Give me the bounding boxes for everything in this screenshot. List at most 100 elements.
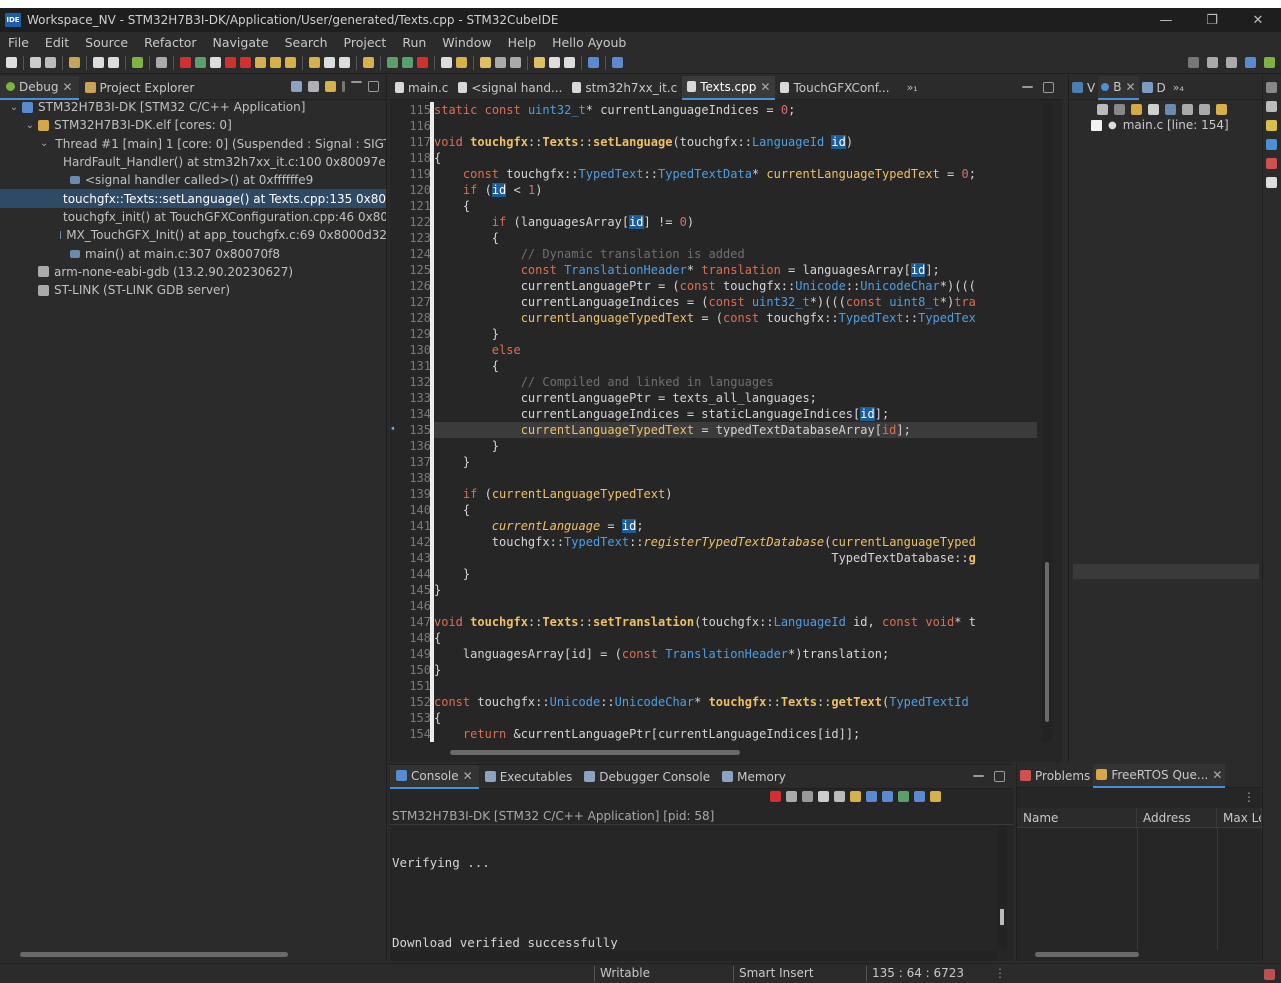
save-all-icon[interactable] [45, 57, 56, 68]
console-scroll-thumb[interactable] [1000, 909, 1004, 925]
cubemx-icon[interactable] [588, 57, 599, 68]
editor-tab-2[interactable]: stm32h7xx_it.c [567, 76, 682, 100]
rtos-tab-1[interactable]: FreeRTOS Que... ✕ [1093, 763, 1226, 788]
restart-icon[interactable] [339, 57, 350, 68]
editor-tab-3[interactable]: Texts.cpp ✕ [682, 76, 776, 100]
horizontal-scrollbar[interactable] [450, 750, 740, 755]
overview-ruler[interactable] [1042, 102, 1052, 742]
clear-console-icon[interactable] [818, 791, 829, 802]
open-console-icon[interactable] [930, 791, 941, 802]
debug-tree-item[interactable]: <signal handler called>() at 0xffffffe9 [0, 171, 386, 189]
console-tab-1[interactable]: Executables [479, 765, 579, 789]
queue-table-scrollbar[interactable] [1035, 952, 1139, 957]
column-header[interactable]: Name [1017, 808, 1137, 827]
console-horizontal-scrollbar[interactable] [390, 951, 997, 961]
redo-icon[interactable] [108, 57, 119, 68]
go-to-file-icon[interactable] [1148, 104, 1159, 115]
expand-all-icon[interactable] [1182, 104, 1193, 115]
link-with-debug-icon[interactable] [1216, 104, 1227, 115]
debug-tree-item[interactable]: ⌄ Thread #1 [main] 1 [core: 0] (Suspended… [0, 135, 386, 153]
debug-tree-item[interactable]: touchgfx_init() at TouchGFXConfiguration… [0, 208, 386, 226]
maximize-view-icon[interactable] [1043, 82, 1054, 93]
display-console-icon[interactable] [914, 791, 925, 802]
reset-icon[interactable] [324, 57, 335, 68]
maximize-view-icon[interactable] [994, 771, 1005, 782]
view-menu-icon[interactable]: ⋮ [1243, 790, 1255, 804]
build-analyzer-icon[interactable] [1266, 120, 1277, 131]
rtos-tab-0[interactable]: Problems [1017, 764, 1093, 788]
close-button[interactable]: ✕ [1235, 8, 1281, 32]
close-icon[interactable]: ✕ [463, 769, 473, 783]
column-header[interactable]: Address [1137, 808, 1217, 827]
step-over-icon[interactable] [270, 57, 281, 68]
word-wrap-icon[interactable] [850, 791, 861, 802]
column-header[interactable]: Max Len [1217, 808, 1262, 827]
minimize-button[interactable]: — [1143, 8, 1189, 32]
collapse-all-icon[interactable] [1199, 104, 1210, 115]
outline-icon[interactable] [1266, 82, 1277, 93]
refresh-icon[interactable] [132, 57, 143, 68]
disconnect-icon[interactable] [240, 57, 251, 68]
minimize-view-icon[interactable] [973, 775, 984, 777]
c-cpp-perspective-icon[interactable] [1226, 57, 1237, 68]
undo-icon[interactable] [93, 57, 104, 68]
minimize-view-icon[interactable] [1022, 86, 1033, 88]
debug-tree-item[interactable]: HardFault_Handler() at stm32h7xx_it.c:10… [0, 153, 386, 171]
terminate-debug-icon[interactable] [180, 57, 191, 68]
console-tab-2[interactable]: Debugger Console [578, 765, 716, 789]
show-on-error-icon[interactable] [882, 791, 893, 802]
toggle-mark-icon[interactable] [480, 57, 491, 68]
build-all-icon[interactable] [363, 57, 374, 68]
close-icon[interactable]: ✕ [760, 80, 770, 94]
prev-annotation-icon[interactable] [510, 57, 521, 68]
tab-disassembly[interactable]: D [1139, 76, 1169, 100]
debug-tree-item[interactable]: ⌄ STM32H7B3I-DK [STM32 C/C++ Application] [0, 98, 386, 116]
remove-all-breakpoints-icon[interactable] [1114, 104, 1125, 115]
menu-help[interactable]: Help [500, 35, 545, 50]
editor-tab-overflow[interactable]: »₁ [907, 81, 918, 94]
debug-tree-item[interactable]: arm-none-eabi-gdb (13.2.90.20230627) [0, 263, 386, 281]
code-area[interactable]: 115 116 117 118 119 120 121 122 123 124 125 126 127 1… [390, 102, 1062, 742]
tab-variables[interactable]: V [1069, 76, 1098, 100]
cubemx-perspective-icon[interactable] [1245, 57, 1256, 68]
tab-debug[interactable]: Debug ✕ [0, 76, 79, 100]
editor-tab-4[interactable]: TouchGFXConf... [775, 76, 894, 100]
menu-refactor[interactable]: Refactor [136, 35, 204, 50]
search-tool-icon[interactable] [456, 57, 467, 68]
forward-icon[interactable] [564, 57, 575, 68]
editor-tab-1[interactable]: <signal hand... [453, 76, 567, 100]
editor-tab-0[interactable]: main.c [390, 76, 453, 100]
remove-breakpoint-icon[interactable] [1097, 104, 1108, 115]
notification-icon[interactable] [1264, 969, 1275, 980]
console-vertical-scrollbar[interactable] [997, 825, 1007, 949]
collapse-all-icon[interactable] [291, 81, 302, 92]
maximize-view-icon[interactable] [368, 81, 379, 92]
resume-icon[interactable] [195, 57, 206, 68]
instruction-step-icon[interactable] [309, 57, 320, 68]
remove-terminated-icon[interactable] [308, 81, 319, 92]
pin-console-icon[interactable] [898, 791, 909, 802]
new-icon[interactable] [6, 57, 17, 68]
tab-overflow[interactable]: »₄ [1169, 81, 1188, 94]
minimize-view-icon[interactable] [351, 81, 362, 83]
remove-all-icon[interactable] [802, 791, 813, 802]
suspend-icon[interactable] [210, 57, 221, 68]
stop-icon[interactable] [225, 57, 236, 68]
info-icon[interactable] [612, 57, 623, 68]
breakpoint-detail-separator[interactable] [1073, 564, 1259, 579]
show-breakpoints-icon[interactable] [1131, 104, 1142, 115]
menu-window[interactable]: Window [434, 35, 499, 50]
source-code[interactable]: static const uint32_t* currentLanguageIn… [434, 102, 1037, 742]
live-expressions-icon[interactable] [1266, 177, 1277, 188]
tab-project-explorer[interactable]: Project Explorer [79, 76, 201, 100]
close-icon[interactable]: ✕ [1125, 80, 1135, 94]
task-list-icon[interactable] [1266, 101, 1277, 112]
menu-edit[interactable]: Edit [37, 35, 77, 50]
debug-tree-item[interactable]: ⌄ STM32H7B3I-DK.elf [cores: 0] [0, 116, 386, 134]
remove-launch-icon[interactable] [786, 791, 797, 802]
console-tab-0[interactable]: Console ✕ [390, 764, 479, 789]
close-icon[interactable]: ✕ [62, 80, 72, 94]
selected-stack-frame[interactable]: touchgfx::Texts::setLanguage() at Texts.… [0, 189, 386, 208]
debug-run-icon[interactable] [387, 57, 398, 68]
step-into-icon[interactable] [255, 57, 266, 68]
